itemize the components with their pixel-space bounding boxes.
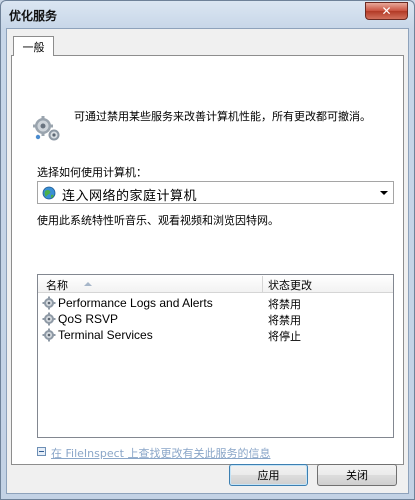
gear-service-icon [42,312,56,326]
service-status: 将停止 [268,330,301,343]
chevron-down-icon[interactable] [380,191,388,195]
apply-button[interactable]: 应用 [229,464,308,486]
service-name: Performance Logs and Alerts [58,296,213,310]
expand-icon[interactable] [37,447,46,456]
services-list[interactable]: 名称 状态更改 Performance Logs and Alerts 将禁用 [37,274,394,438]
usage-selected-value: 连入网络的家庭计算机 [62,189,198,204]
tab-panel-general: 可通过禁用某些服务来改善计算机性能，所有更改都可撤消。 选择如何使用计算机： 连… [11,55,404,465]
service-name: QoS RSVP [58,312,119,326]
fileinspect-link[interactable]: 在 FileInspect 上查找更改有关此服务的信息 [51,445,270,461]
tab-general[interactable]: 一般 [13,36,54,56]
column-header-status[interactable]: 状态更改 [268,277,312,293]
service-name: Terminal Services [58,328,153,342]
usage-label: 选择如何使用计算机： [37,166,147,179]
gears-icon [33,116,60,141]
column-divider[interactable] [262,276,263,292]
gear-service-icon [42,296,56,310]
list-item[interactable]: Terminal Services 将停止 [38,327,393,343]
dialog-client-area: 一般 可通过禁用某些服务来改善计算机性能，所有更改都可撤消。 选择如何使用计算机… [6,28,409,494]
gear-service-icon [42,328,56,342]
service-status: 将禁用 [268,314,301,327]
window-close-button[interactable]: ✕ [365,2,408,20]
usage-description: 使用此系统特性听音乐、观看视频和浏览因特网。 [37,214,279,227]
column-header-name[interactable]: 名称 [46,277,68,293]
globe-network-icon [42,186,56,200]
close-button[interactable]: 关闭 [317,464,397,486]
usage-combobox[interactable]: 连入网络的家庭计算机 [37,181,394,204]
list-item[interactable]: Performance Logs and Alerts 将禁用 [38,295,393,311]
title-bar[interactable]: 优化服务 ✕ [1,1,414,28]
list-header: 名称 状态更改 [38,275,393,293]
service-status: 将禁用 [268,298,301,311]
window-title: 优化服务 [9,9,58,23]
sort-ascending-icon [84,282,92,286]
intro-text: 可通过禁用某些服务来改善计算机性能，所有更改都可撤消。 [74,110,371,123]
list-item[interactable]: QoS RSVP 将禁用 [38,311,393,327]
dialog-window: 优化服务 ✕ 一般 可通过禁用某些服务来改善计算机性能，所有更改都可撤消。 选择… [0,0,415,500]
